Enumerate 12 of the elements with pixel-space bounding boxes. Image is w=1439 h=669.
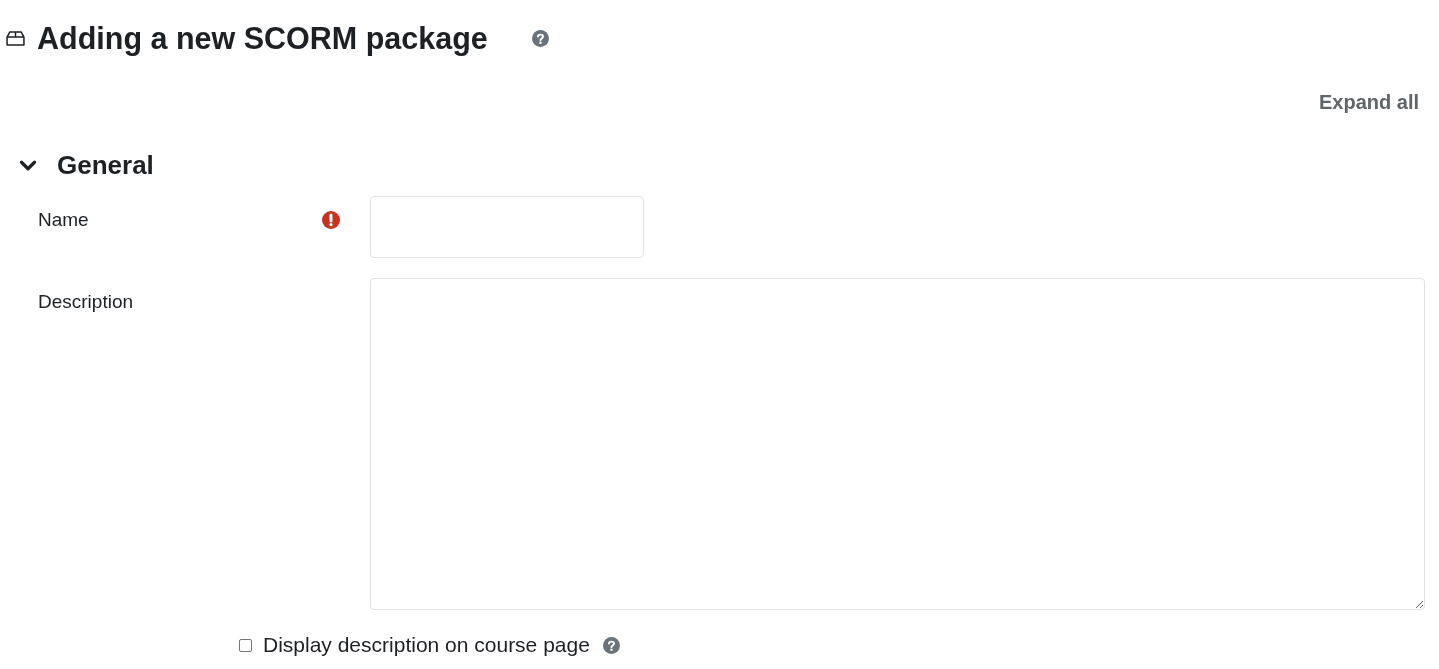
expand-all-link[interactable]: Expand all [1318, 90, 1419, 114]
field-label: Description [38, 290, 134, 314]
help-icon[interactable] [602, 636, 620, 654]
page-title: Adding a new SCORM package [37, 20, 488, 58]
checkbox-label[interactable]: Display description on course page [263, 631, 590, 659]
chevron-icon[interactable] [19, 158, 37, 172]
name-input[interactable] [370, 196, 644, 258]
checkbox[interactable] [239, 638, 252, 652]
field-label: Name [38, 208, 89, 232]
package-icon [6, 30, 25, 46]
help-icon[interactable] [531, 29, 549, 47]
section-title[interactable]: General [57, 150, 154, 180]
